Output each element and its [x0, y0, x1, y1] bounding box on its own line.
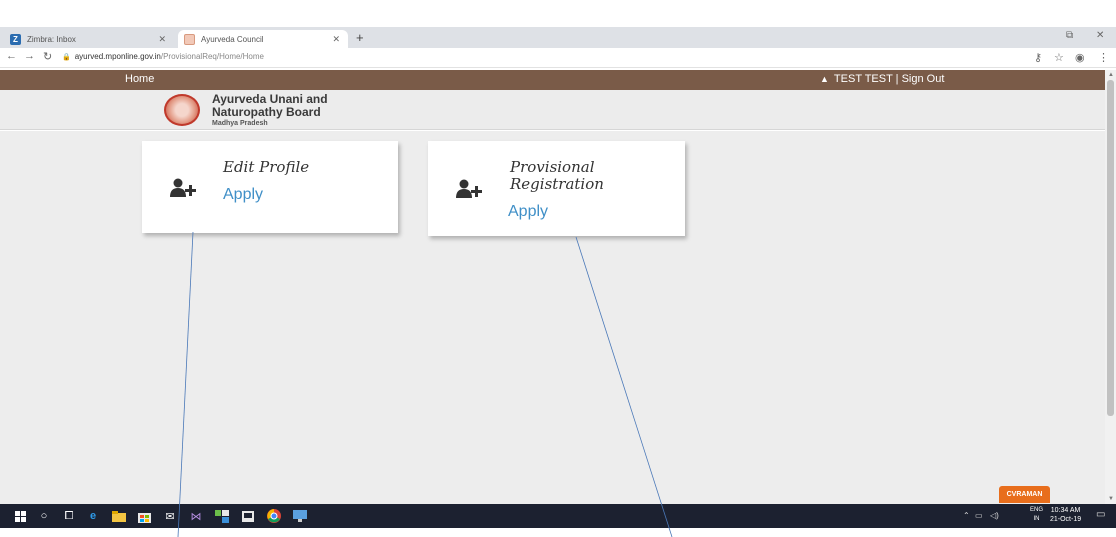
tab-zimbra-inbox[interactable]: Z Zimbra: Inbox ✕ — [4, 30, 174, 48]
tab-ayurveda-council[interactable]: Ayurveda Council ✕ — [178, 30, 348, 48]
volume-icon[interactable]: ◁) — [990, 511, 999, 520]
edge-browser-icon[interactable]: e — [85, 508, 101, 524]
tab-label: Zimbra: Inbox — [27, 34, 76, 44]
visual-studio-icon[interactable]: ⋈ — [188, 508, 204, 524]
back-icon[interactable]: ← — [6, 50, 17, 62]
provisional-registration-card: Provisional Registration Apply — [428, 141, 685, 236]
screen: Z Zimbra: Inbox ✕ Ayurveda Council ✕ + ⧉… — [0, 0, 1116, 537]
scroll-up-icon[interactable]: ▲ — [1108, 72, 1114, 78]
clock-date: 21-Oct-19 — [1050, 516, 1082, 523]
site-nav-bar: Home ▲ TEST TEST | Sign Out — [0, 70, 1105, 90]
new-tab-button[interactable]: + — [356, 30, 364, 46]
scroll-down-icon[interactable]: ▼ — [1108, 496, 1114, 502]
card-title-line-1: Provisional — [510, 158, 595, 176]
windows-start-icon[interactable] — [12, 508, 28, 524]
home-link[interactable]: Home — [125, 73, 154, 85]
mail-icon[interactable]: ✉ — [162, 508, 178, 524]
media-player-icon[interactable] — [240, 508, 256, 524]
address-bar[interactable]: 🔒 ayurved.mponline.gov.in/ProvisionalReq/… — [62, 52, 264, 61]
remote-desktop-icon[interactable] — [292, 508, 308, 524]
edit-profile-apply-link[interactable]: Apply — [223, 186, 263, 204]
chrome-icon[interactable] — [266, 508, 282, 524]
star-icon[interactable]: ☆ — [1054, 51, 1064, 64]
user-label: TEST TEST | Sign Out — [833, 73, 945, 85]
add-user-icon — [170, 178, 196, 197]
store-icon[interactable] — [136, 508, 152, 524]
browser-toolbar: ← → ↻ 🔒 ayurved.mponline.gov.in/Provision… — [0, 48, 1116, 68]
tab-label: Ayurveda Council — [201, 34, 264, 44]
show-hidden-icons[interactable]: ⌃ — [963, 511, 970, 520]
clock-time: 10:34 AM — [1050, 507, 1081, 514]
lock-icon: 🔒 — [62, 54, 71, 61]
main-content: Edit Profile Apply Provisional Registrat… — [0, 131, 1105, 504]
close-window-icon[interactable]: ✕ — [1096, 30, 1104, 41]
lang-code: ENG — [1030, 507, 1044, 513]
brand-line-3: Madhya Pradesh — [212, 120, 268, 127]
notifications-icon[interactable]: ▭ — [1096, 509, 1105, 520]
edit-profile-card: Edit Profile Apply — [142, 141, 398, 233]
card-title-line-2: Registration — [510, 175, 604, 193]
restore-window-icon[interactable]: ⧉ — [1066, 30, 1073, 41]
user-icon: ▲ — [820, 74, 829, 84]
network-icon[interactable]: ▭ — [975, 511, 983, 520]
card-title: Edit Profile — [223, 158, 310, 176]
url-path: /ProvisionalReq/Home/Home — [160, 52, 264, 61]
task-view-icon[interactable]: ⧠ — [61, 508, 77, 524]
profile-icon[interactable]: ◉ — [1075, 51, 1085, 64]
close-tab-icon[interactable]: ✕ — [332, 34, 340, 45]
scroll-thumb[interactable] — [1107, 80, 1114, 416]
windows-taskbar: ○ ⧠ e ✉ ⋈ ⌃ ▭ ◁) ENG IN 10:34 AM 21-Oct-… — [0, 504, 1116, 528]
brand-title: Ayurveda Unani and Naturopathy Board Mad… — [212, 93, 328, 128]
reload-icon[interactable]: ↻ — [43, 50, 52, 63]
lang-region: IN — [1033, 516, 1040, 522]
app-icon[interactable] — [214, 508, 230, 524]
zimbra-icon: Z — [10, 33, 21, 45]
search-icon[interactable]: ○ — [36, 508, 52, 524]
provisional-registration-apply-link[interactable]: Apply — [508, 203, 548, 221]
url-host: ayurved.mponline.gov.in — [74, 52, 161, 61]
board-logo-icon — [164, 94, 200, 126]
forward-icon[interactable]: → — [24, 50, 35, 62]
site-header: Ayurveda Unani and Naturopathy Board Mad… — [0, 90, 1105, 130]
add-user-icon — [456, 179, 482, 198]
system-clock[interactable]: 10:34 AM 21-Oct-19 — [1050, 506, 1081, 524]
favicon-icon — [184, 33, 195, 45]
user-sign-out[interactable]: ▲ TEST TEST | Sign Out — [820, 73, 944, 85]
browser-tab-strip: Z Zimbra: Inbox ✕ Ayurveda Council ✕ + ⧉… — [0, 27, 1116, 48]
file-explorer-icon[interactable] — [111, 508, 127, 524]
page-scrollbar[interactable]: ▲ ▼ — [1105, 70, 1116, 504]
user-name-badge: CVRAMAN — [999, 486, 1050, 503]
key-icon[interactable]: ⚷ — [1034, 51, 1042, 64]
menu-icon[interactable]: ⋮ — [1098, 51, 1109, 64]
input-language[interactable]: ENG IN — [1030, 506, 1043, 524]
card-title: Provisional Registration — [510, 159, 680, 193]
brand-line-2: Naturopathy Board — [212, 105, 321, 119]
close-tab-icon[interactable]: ✕ — [158, 34, 166, 45]
